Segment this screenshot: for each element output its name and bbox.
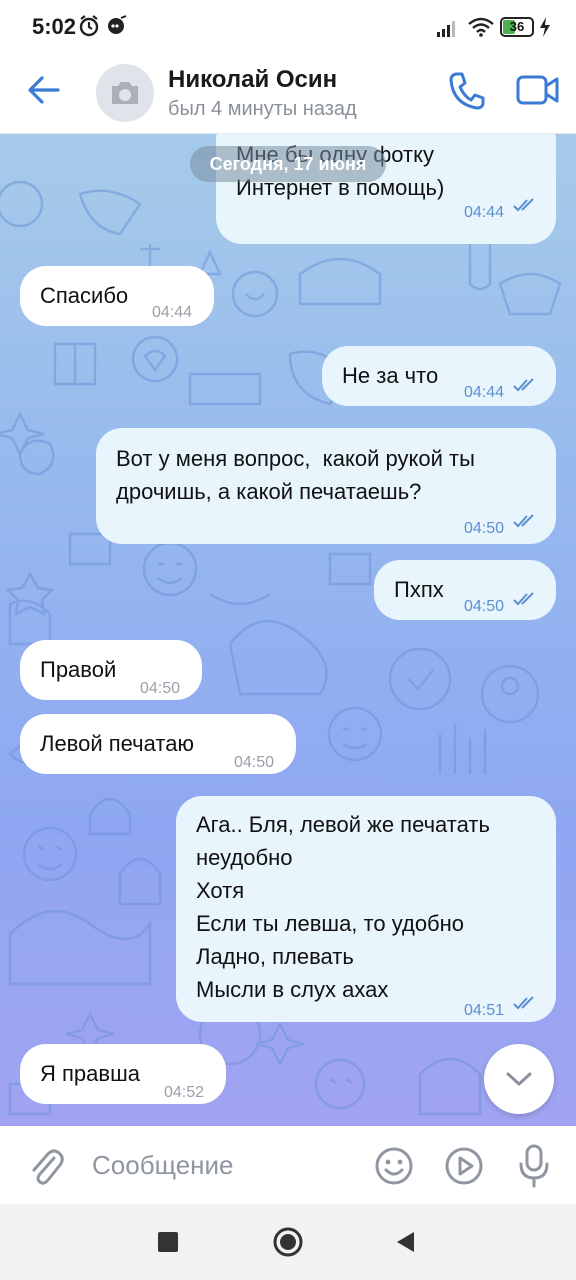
message-incoming[interactable]: Правой 04:50 xyxy=(20,640,202,700)
date-pill: Сегодня, 17 июня xyxy=(190,146,386,182)
message-outgoing[interactable]: Пхпх 04:50 xyxy=(374,560,556,620)
read-check-icon xyxy=(513,514,534,528)
back-arrow-icon[interactable] xyxy=(26,74,62,106)
charging-icon xyxy=(540,17,550,37)
message-text: Пхпх xyxy=(394,577,444,602)
read-check-icon xyxy=(513,198,534,212)
message-outgoing[interactable]: Не за что 04:44 xyxy=(322,346,556,406)
read-check-icon xyxy=(513,378,534,392)
message-text: Правой xyxy=(40,657,117,682)
message-time: 04:52 xyxy=(164,1084,205,1101)
message-time: 04:44 xyxy=(464,384,505,401)
message-text: Спасибо xyxy=(40,283,129,308)
emoji-icon[interactable] xyxy=(374,1146,414,1186)
message-text: Я правша xyxy=(40,1061,140,1086)
chat-area[interactable]: Мне бы одну фотку Интернет в помощь) 04:… xyxy=(0,134,576,1126)
message-time: 04:50 xyxy=(464,520,505,537)
status-bar: 5:02 36 xyxy=(0,0,576,56)
contact-name[interactable]: Николай Осин xyxy=(168,66,337,94)
recents-button[interactable] xyxy=(158,1232,178,1252)
read-check-icon xyxy=(513,996,534,1010)
message-incoming[interactable]: Левой печатаю 04:50 xyxy=(20,714,296,774)
microphone-icon[interactable] xyxy=(518,1144,550,1188)
message-text: Левой печатаю xyxy=(40,731,194,756)
message-composer: Сообщение xyxy=(0,1126,576,1204)
message-time: 04:50 xyxy=(140,680,181,697)
last-seen-status: был 4 минуты назад xyxy=(168,98,357,120)
message-time: 04:51 xyxy=(464,1002,505,1019)
alarm-icon xyxy=(79,15,99,37)
message-input[interactable]: Сообщение xyxy=(92,1150,234,1181)
wifi-icon xyxy=(468,17,494,37)
paperclip-icon[interactable] xyxy=(28,1146,64,1186)
status-time: 5:02 xyxy=(32,14,77,39)
message-time: 04:50 xyxy=(464,598,505,615)
chat-header: Николай Осин был 4 минуты назад xyxy=(0,56,576,134)
message-time: 04:44 xyxy=(152,304,193,321)
video-camera-icon[interactable] xyxy=(516,74,560,106)
avatar[interactable] xyxy=(96,64,154,122)
signal-icon xyxy=(437,21,455,37)
message-outgoing[interactable]: Ага.. Бля, левой же печатать неудобно Хо… xyxy=(176,796,556,1022)
messenger-notification-icon xyxy=(108,15,127,34)
play-circle-icon[interactable] xyxy=(444,1146,484,1186)
message-time: 04:50 xyxy=(234,754,275,771)
camera-icon xyxy=(112,82,138,104)
message-time: 04:44 xyxy=(464,204,505,221)
message-text: Ага.. Бля, левой же печатать неудобно Хо… xyxy=(196,812,490,1002)
read-check-icon xyxy=(513,592,534,606)
message-incoming[interactable]: Я правша 04:52 xyxy=(20,1044,226,1104)
phone-icon[interactable] xyxy=(448,70,486,110)
message-outgoing[interactable]: Вот у меня вопрос, какой рукой ты дрочиш… xyxy=(96,428,556,544)
home-button[interactable] xyxy=(272,1226,304,1258)
message-text: Не за что xyxy=(342,363,439,388)
battery-icon: 36 xyxy=(500,17,534,37)
message-text: Вот у меня вопрос, какой рукой ты дрочиш… xyxy=(116,446,475,504)
message-incoming[interactable]: Спасибо 04:44 xyxy=(20,266,214,326)
chevron-down-icon xyxy=(506,1072,532,1086)
scroll-down-button[interactable] xyxy=(484,1044,554,1114)
back-nav-button[interactable] xyxy=(394,1230,416,1254)
system-navigation-bar xyxy=(0,1204,576,1280)
battery-level: 36 xyxy=(509,19,525,34)
